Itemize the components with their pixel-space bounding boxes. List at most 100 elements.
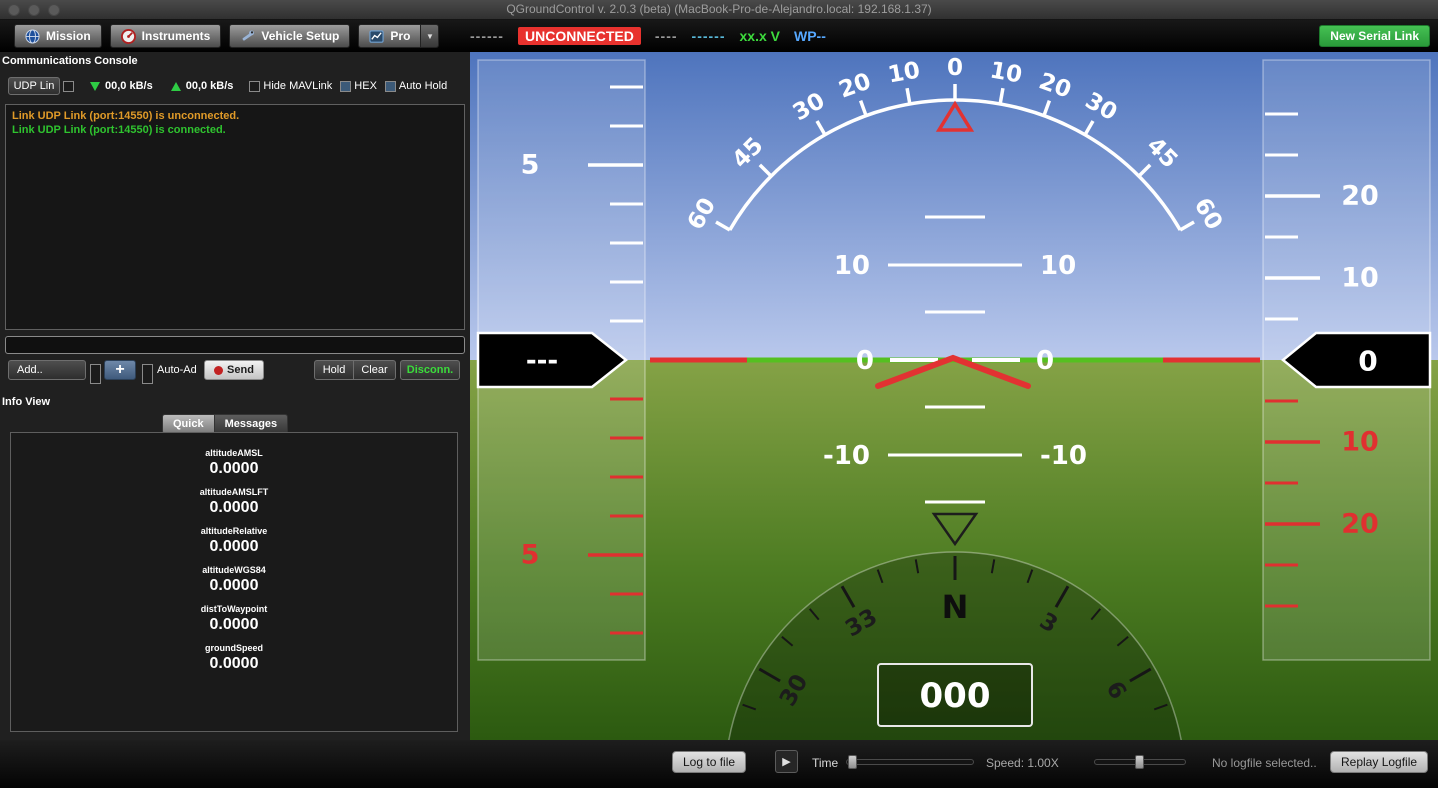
status-nav: ------ xyxy=(692,28,726,44)
info-item-value: 0.0000 xyxy=(11,616,457,634)
log-replay-bar: Log to file ▶ Time Speed: 1.00X No logfi… xyxy=(0,740,1438,788)
info-item-label: distToWaypoint xyxy=(11,604,457,614)
globe-icon xyxy=(25,29,40,44)
airspeed-readout: --- xyxy=(526,346,558,376)
svg-text:10: 10 xyxy=(988,57,1024,88)
downlink-rate: 00,0 kB/s xyxy=(105,80,153,92)
tab-messages[interactable]: Messages xyxy=(215,414,289,434)
tab-instruments[interactable]: Instruments xyxy=(110,24,222,48)
add-button[interactable]: Add.. xyxy=(8,360,86,380)
add-checkbox[interactable] xyxy=(90,364,101,384)
titlebar: QGroundControl v. 2.0.3 (beta) (MacBook-… xyxy=(0,0,1438,20)
udp-link-button[interactable]: UDP Lin xyxy=(8,77,60,95)
plus-button[interactable]: + xyxy=(104,360,136,380)
tab-instruments-label: Instruments xyxy=(142,29,211,43)
hex-label: HEX xyxy=(354,80,377,92)
log-to-file-button[interactable]: Log to file xyxy=(672,751,746,773)
altitude-tape: 20 10 10 20 0 xyxy=(1263,60,1430,660)
status-state: ---- xyxy=(655,28,678,44)
new-serial-link-button[interactable]: New Serial Link xyxy=(1319,25,1430,47)
comm-console-log[interactable]: Link UDP Link (port:14550) is unconnecte… xyxy=(5,104,465,330)
altitude-pointer xyxy=(1283,333,1430,387)
hide-mavlink-label: Hide MAVLink xyxy=(263,80,332,92)
tab-pro-label: Pro xyxy=(390,29,410,43)
replay-logfile-button[interactable]: Replay Logfile xyxy=(1330,751,1428,773)
info-view-tabs: Quick Messages xyxy=(162,414,288,434)
quick-info-list[interactable]: altitudeAMSL 0.0000 altitudeAMSLFT 0.000… xyxy=(10,432,458,732)
log-line: Link UDP Link (port:14550) is unconnecte… xyxy=(12,109,458,123)
tab-quick[interactable]: Quick xyxy=(162,414,215,434)
svg-text:-10: -10 xyxy=(1040,441,1087,471)
play-button[interactable]: ▶ xyxy=(775,750,798,773)
comm-console-buttons: Add.. + Auto-Ad Send Hold Clear Disconn. xyxy=(0,360,470,382)
info-item-label: altitudeAMSL xyxy=(11,448,457,458)
battery-voltage: xx.x V xyxy=(740,28,780,44)
auto-add-checkbox[interactable] xyxy=(142,364,153,384)
altitude-label-m10: 10 xyxy=(1341,427,1379,458)
minimize-window-button[interactable] xyxy=(28,4,40,16)
tab-pro-group: Pro ▼ xyxy=(358,24,439,48)
chart-icon xyxy=(369,29,384,44)
upload-arrow-icon xyxy=(171,82,181,91)
hex-checkbox[interactable] xyxy=(340,81,351,92)
info-item-value: 0.0000 xyxy=(11,499,457,517)
clear-button[interactable]: Clear xyxy=(354,360,396,380)
info-item-value: 0.0000 xyxy=(11,538,457,556)
primary-flight-display: N 33 30 3 6 000 10 10 0 0 -10 -10 xyxy=(470,52,1438,740)
download-arrow-icon xyxy=(90,82,100,91)
left-dock: Communications Console UDP Lin 00,0 kB/s… xyxy=(0,52,470,740)
time-slider[interactable] xyxy=(846,759,974,765)
command-input[interactable] xyxy=(5,336,465,354)
svg-text:10: 10 xyxy=(834,251,870,281)
logfile-status: No logfile selected.. xyxy=(1212,756,1317,770)
info-item-value: 0.0000 xyxy=(11,460,457,478)
altitude-label-m20: 20 xyxy=(1341,509,1379,540)
play-icon: ▶ xyxy=(782,755,790,768)
log-line: Link UDP Link (port:14550) is connected. xyxy=(12,123,458,137)
send-button[interactable]: Send xyxy=(204,360,264,380)
altitude-readout: 0 xyxy=(1358,345,1377,378)
altitude-label-20: 20 xyxy=(1341,181,1379,212)
uplink-rate: 00,0 kB/s xyxy=(186,80,234,92)
speed-slider[interactable] xyxy=(1094,759,1186,765)
tab-mission-label: Mission xyxy=(46,29,91,43)
info-item-label: altitudeWGS84 xyxy=(11,565,457,575)
hold-button[interactable]: Hold xyxy=(314,360,354,380)
speed-label: Speed: 1.00X xyxy=(986,756,1059,770)
speed-slider-handle[interactable] xyxy=(1135,755,1144,769)
airspeed-label-bottom: 5 xyxy=(521,540,540,571)
info-item-label: altitudeRelative xyxy=(11,526,457,536)
status-mode: ------ xyxy=(470,28,504,44)
svg-text:0: 0 xyxy=(947,55,963,81)
airspeed-tape: 5 5 --- xyxy=(478,60,645,660)
hide-mavlink-checkbox[interactable] xyxy=(249,81,260,92)
svg-text:-10: -10 xyxy=(823,441,870,471)
svg-text:10: 10 xyxy=(886,57,922,88)
send-icon xyxy=(214,366,223,375)
tab-mission[interactable]: Mission xyxy=(14,24,102,48)
altitude-label-10: 10 xyxy=(1341,263,1379,294)
close-window-button[interactable] xyxy=(8,4,20,16)
zoom-window-button[interactable] xyxy=(48,4,60,16)
chevron-down-icon: ▼ xyxy=(426,32,434,41)
perspective-tabs: Mission Instruments Vehicle Setup Pro ▼ xyxy=(14,24,439,48)
compass-label-n: N xyxy=(942,588,969,626)
tab-vehicle-setup-label: Vehicle Setup xyxy=(261,29,339,43)
comm-console-title: Communications Console xyxy=(2,55,138,67)
waypoint-status: WP-- xyxy=(794,28,826,44)
send-button-label: Send xyxy=(227,364,254,376)
disconnect-button[interactable]: Disconn. xyxy=(400,360,460,380)
tab-vehicle-setup[interactable]: Vehicle Setup xyxy=(229,24,350,48)
udp-link-checkbox[interactable] xyxy=(63,81,74,92)
airspeed-label-top: 5 xyxy=(521,150,540,181)
main-toolbar: Mission Instruments Vehicle Setup Pro ▼ xyxy=(0,20,1438,52)
info-item-value: 0.0000 xyxy=(11,655,457,673)
tab-pro[interactable]: Pro xyxy=(358,24,421,48)
wrench-icon xyxy=(240,29,255,44)
window-controls xyxy=(8,4,60,16)
window-title: QGroundControl v. 2.0.3 (beta) (MacBook-… xyxy=(0,0,1438,19)
comm-console-controls: UDP Lin 00,0 kB/s 00,0 kB/s Hide MAVLink… xyxy=(8,76,466,96)
tab-pro-dropdown[interactable]: ▼ xyxy=(421,24,439,48)
time-slider-handle[interactable] xyxy=(848,755,857,769)
auto-hold-checkbox[interactable] xyxy=(385,81,396,92)
